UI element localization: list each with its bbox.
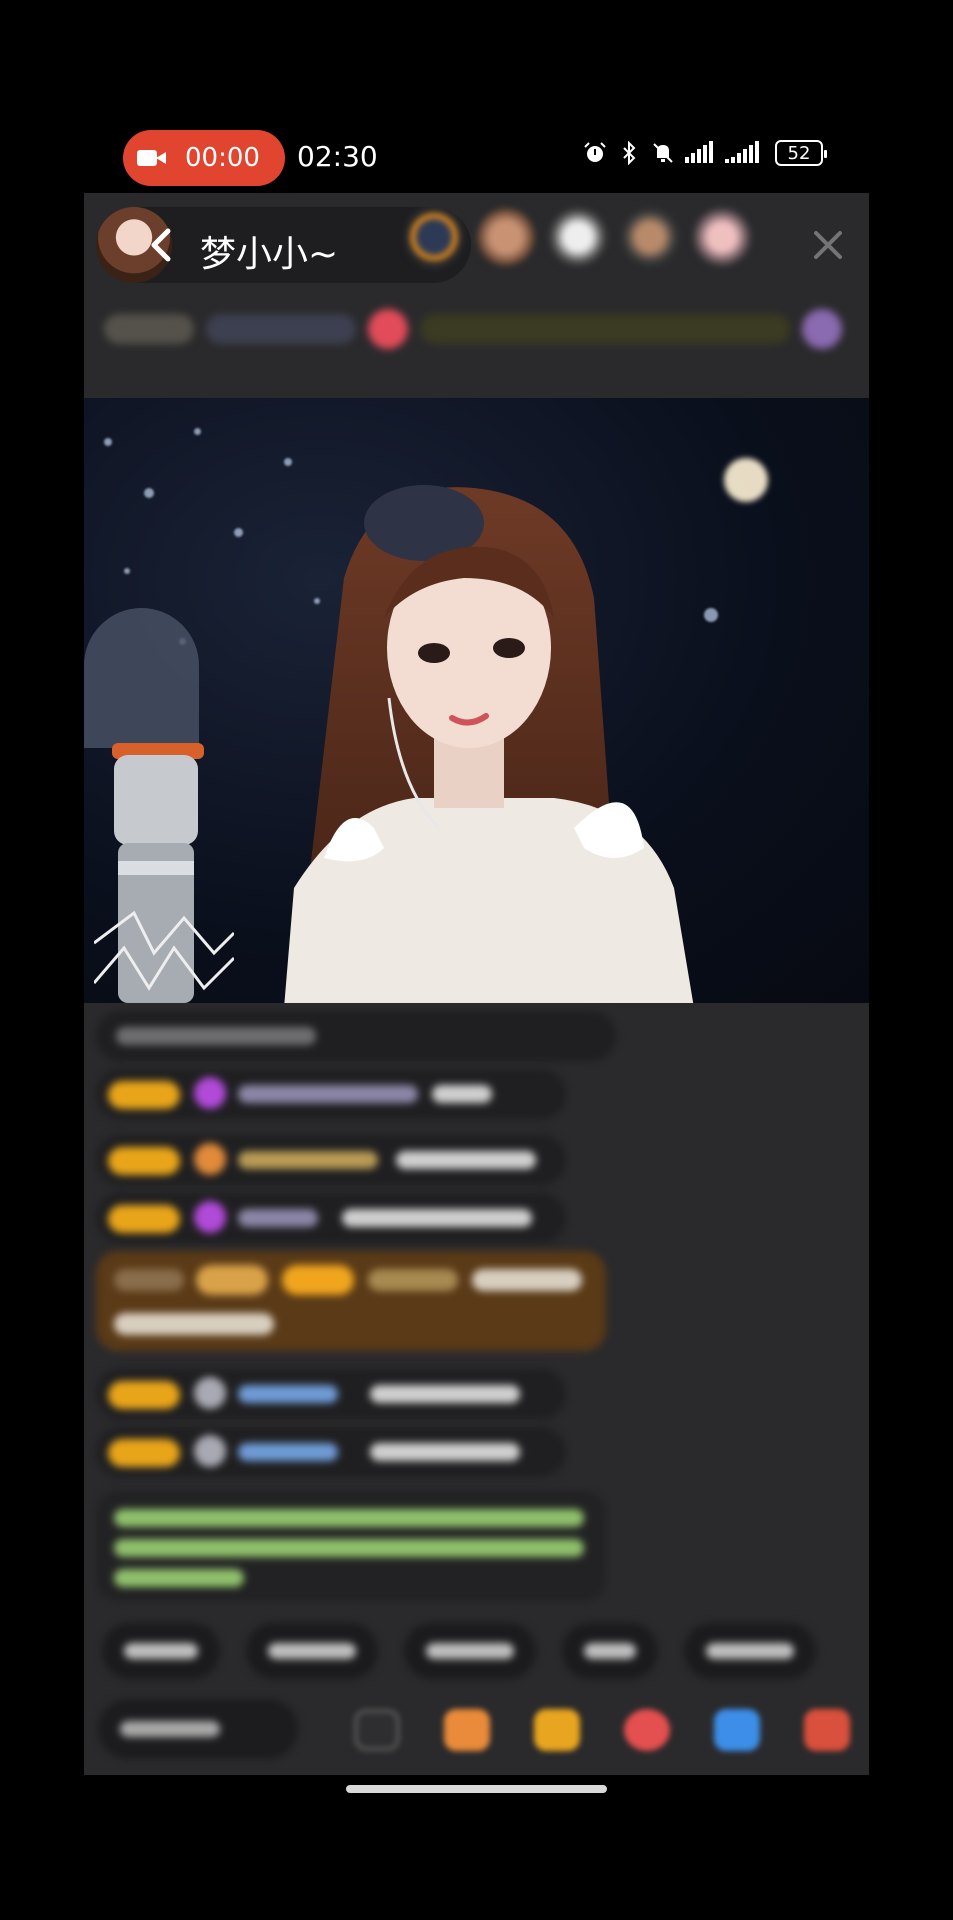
chat-message[interactable]: [96, 1427, 566, 1477]
level-badge: [108, 1081, 180, 1109]
chat-message[interactable]: [96, 1369, 566, 1419]
quick-reply-chip[interactable]: [404, 1623, 536, 1679]
chat-input[interactable]: [98, 1699, 298, 1759]
signal-icon: [725, 141, 759, 163]
bluetooth-icon: [623, 141, 636, 165]
level-badge: [108, 1205, 180, 1233]
rank-badge[interactable]: [104, 314, 194, 344]
microphone: [94, 743, 234, 1003]
host-name: 梦小小~: [200, 234, 339, 275]
system-message[interactable]: [96, 1491, 606, 1601]
live-stream-app: 梦小小~: [84, 193, 869, 1775]
home-indicator[interactable]: [346, 1785, 607, 1793]
level-badge: [108, 1147, 180, 1175]
live-video[interactable]: [84, 398, 869, 1003]
viewer-avatar-list[interactable]: [404, 205, 752, 269]
gift-message[interactable]: [96, 1251, 606, 1351]
diamond-icon: [194, 1201, 226, 1233]
quick-reply-chip[interactable]: [102, 1623, 220, 1679]
stream-info-strip[interactable]: [104, 301, 854, 357]
chat-message[interactable]: [96, 1135, 566, 1185]
battery-level: 52: [787, 142, 811, 164]
level-badge: [108, 1439, 180, 1467]
user-avatar: [194, 1435, 226, 1467]
chat-message[interactable]: [96, 1193, 566, 1243]
streamer-figure: [284, 485, 694, 1003]
user-avatar: [194, 1377, 226, 1409]
signal-icon: [685, 141, 713, 163]
close-icon[interactable]: [812, 229, 844, 261]
screen-record-indicator[interactable]: 00:00: [123, 130, 285, 186]
alarm-icon: [584, 142, 606, 162]
status-icons: 52: [583, 140, 827, 166]
more-icon[interactable]: [354, 1709, 400, 1751]
diamond-icon: [194, 1077, 226, 1109]
level-badge: [108, 1381, 180, 1409]
quick-reply-bar: [102, 1623, 816, 1679]
video-camera-icon: [137, 147, 167, 169]
back-icon[interactable]: [146, 227, 176, 263]
quick-reply-chip[interactable]: [246, 1623, 378, 1679]
controller-icon[interactable]: [714, 1709, 760, 1751]
battery-indicator: 52: [775, 140, 827, 166]
viewer-avatar[interactable]: [620, 205, 680, 269]
status-clock: 02:30: [297, 140, 378, 173]
gift-box-icon[interactable]: [444, 1709, 490, 1751]
bottom-toolbar: [98, 1699, 858, 1761]
mute-icon: [653, 143, 673, 163]
more-badge[interactable]: [802, 309, 842, 349]
announcement-banner[interactable]: [420, 314, 790, 344]
viewer-avatar[interactable]: [404, 205, 464, 269]
gift-icon: [194, 1143, 226, 1175]
viewer-avatar[interactable]: [476, 205, 536, 269]
quick-reply-chip[interactable]: [562, 1623, 658, 1679]
viewer-avatar[interactable]: [692, 205, 752, 269]
chat-message[interactable]: [96, 1011, 616, 1061]
shop-icon[interactable]: [804, 1709, 850, 1751]
recording-time: 00:00: [185, 143, 260, 173]
game-icon[interactable]: [624, 1709, 670, 1751]
chat-message[interactable]: [96, 1069, 566, 1119]
background-decoration: [84, 608, 199, 748]
quick-reply-chip[interactable]: [684, 1623, 816, 1679]
popularity-badge[interactable]: [206, 314, 356, 344]
follow-badge[interactable]: [368, 309, 408, 349]
stream-header: 梦小小~: [84, 193, 869, 398]
red-packet-icon[interactable]: [534, 1709, 580, 1751]
viewer-avatar[interactable]: [548, 205, 608, 269]
